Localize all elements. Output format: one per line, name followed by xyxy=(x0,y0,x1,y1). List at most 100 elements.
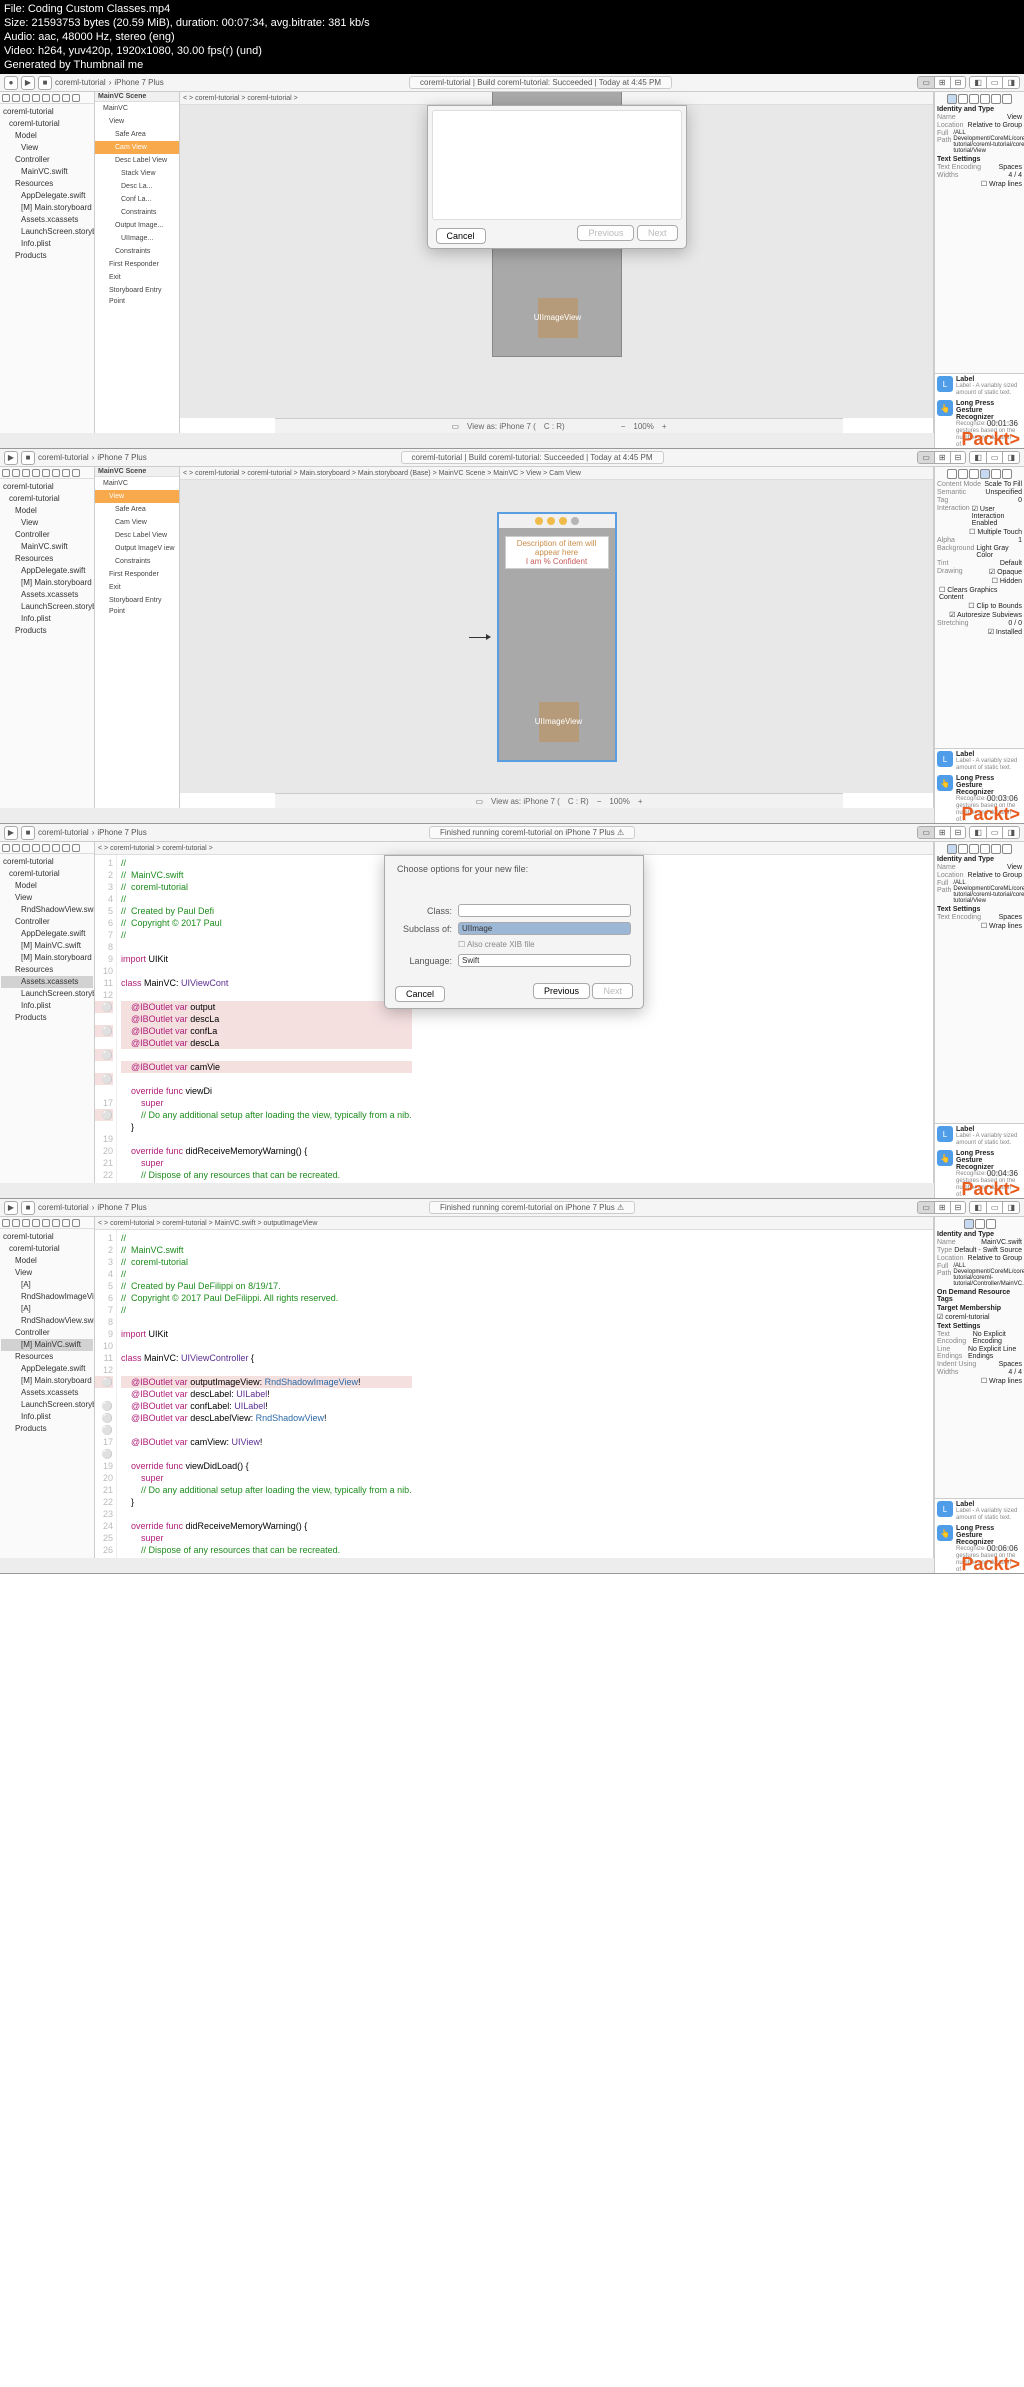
nav-item[interactable]: Products xyxy=(1,625,93,637)
jump-bar[interactable]: < > coreml-tutorial > coreml-tutorial > … xyxy=(95,1217,933,1230)
nav-item[interactable]: coreml-tutorial xyxy=(1,106,93,118)
outline-item[interactable]: First Responder xyxy=(95,568,179,581)
next-button[interactable]: Next xyxy=(592,983,633,999)
nav-item[interactable]: AppDelegate.swift xyxy=(1,190,93,202)
outline-item[interactable]: Safe Area xyxy=(95,503,179,516)
nav-item[interactable]: Assets.xcassets xyxy=(1,1387,93,1399)
panel-toggle-seg[interactable]: ◧▭◨ xyxy=(969,826,1020,839)
nav-item[interactable]: Products xyxy=(1,250,93,262)
source-editor[interactable]: < > coreml-tutorial > coreml-tutorial > … xyxy=(95,1217,934,1558)
insp-name-v[interactable]: View xyxy=(1007,114,1022,121)
outline-item[interactable]: Constraints xyxy=(95,245,179,258)
stop-button[interactable]: ■ xyxy=(21,1201,35,1215)
code-body[interactable]: // // MainVC.swift // coreml-tutorial //… xyxy=(117,855,416,1183)
cancel-button[interactable]: Cancel xyxy=(395,986,445,1002)
panel-toggle-seg[interactable]: ◧▭◨ xyxy=(969,76,1020,89)
view-as-icon[interactable]: ▭ xyxy=(451,422,459,431)
nav-item[interactable]: Products xyxy=(1,1423,93,1435)
jump-path[interactable]: < > coreml-tutorial > coreml-tutorial > xyxy=(98,845,213,852)
stop-button[interactable]: ■ xyxy=(21,826,35,840)
jump-path[interactable]: < > coreml-tutorial > coreml-tutorial > … xyxy=(98,1220,318,1227)
nav-item[interactable]: LaunchScreen.storyboard xyxy=(1,988,93,1000)
nav-item[interactable]: LaunchScreen.storyboard xyxy=(1,226,93,238)
previous-button[interactable]: Previous xyxy=(533,983,590,999)
nav-item[interactable]: [M] MainVC.swift xyxy=(1,1339,93,1351)
outline-item[interactable]: Safe Area xyxy=(95,128,179,141)
subclass-field[interactable]: UIImage xyxy=(458,922,631,935)
editor-mode-seg[interactable]: ▭⊞⊟ xyxy=(917,1201,966,1214)
nav-item[interactable]: Products xyxy=(1,1012,93,1024)
project-navigator[interactable]: coreml-tutorialcoreml-tutorialModelViewR… xyxy=(0,842,95,1183)
nav-item[interactable]: Info.plist xyxy=(1,1000,93,1012)
nav-item[interactable]: coreml-tutorial xyxy=(1,1231,93,1243)
nav-item[interactable]: Resources xyxy=(1,1351,93,1363)
document-outline[interactable]: MainVC Scene MainVCViewSafe AreaCam View… xyxy=(95,92,180,433)
outline-item[interactable]: Constraints xyxy=(95,555,179,568)
inspector-tabs[interactable] xyxy=(937,94,1022,104)
scheme-project[interactable]: coreml-tutorial xyxy=(38,828,89,837)
desc-label-view[interactable]: Description of item will appear here I a… xyxy=(505,536,609,569)
nav-item[interactable]: View xyxy=(1,892,93,904)
uiimageview-box[interactable]: UIImageView xyxy=(539,702,579,742)
outline-item[interactable]: First Responder xyxy=(95,258,179,271)
scheme-project[interactable]: coreml-tutorial xyxy=(55,78,106,87)
stop-button[interactable]: ■ xyxy=(38,76,52,90)
editor-mode-seg[interactable]: ▭⊞⊟ xyxy=(917,451,966,464)
jump-path[interactable]: < > coreml-tutorial > coreml-tutorial > xyxy=(183,95,298,102)
ib-editor[interactable]: < > coreml-tutorial > coreml-tutorial > … xyxy=(180,92,934,433)
outline-item[interactable]: Cam View xyxy=(95,516,179,529)
insp-loc-v[interactable]: Relative to Group xyxy=(968,122,1022,129)
outline-item[interactable]: Exit xyxy=(95,581,179,594)
lib-item-label[interactable]: LLabelLabel - A variably sized amount of… xyxy=(937,751,1022,772)
nav-item[interactable]: AppDelegate.swift xyxy=(1,928,93,940)
nav-item[interactable]: Model xyxy=(1,880,93,892)
outline-item[interactable]: Exit xyxy=(95,271,179,284)
outline-item[interactable]: Desc La... xyxy=(95,180,179,193)
outline-item[interactable]: Storyboard Entry Point xyxy=(95,594,179,618)
scheme-device[interactable]: iPhone 7 Plus xyxy=(114,78,163,87)
nav-item[interactable]: coreml-tutorial xyxy=(1,118,93,130)
close-icon[interactable]: ● xyxy=(4,76,18,90)
nav-item[interactable]: Info.plist xyxy=(1,1411,93,1423)
nav-item[interactable]: View xyxy=(1,517,93,529)
cancel-button[interactable]: Cancel xyxy=(436,228,486,244)
outline-item[interactable]: MainVC xyxy=(95,102,179,115)
scheme-project[interactable]: coreml-tutorial xyxy=(38,453,89,462)
ib-bottom-bar[interactable]: ▭View as: iPhone 7 (C : R) −100%+ xyxy=(275,793,843,808)
insp-w-v[interactable]: 4 / 4 xyxy=(1008,172,1022,179)
nav-item[interactable]: coreml-tutorial xyxy=(1,493,93,505)
nav-item[interactable]: MainVC.swift xyxy=(1,541,93,553)
new-file-sheet[interactable]: Cancel Previous Next xyxy=(427,105,687,249)
nav-item[interactable]: Controller xyxy=(1,529,93,541)
nav-item[interactable]: Assets.xcassets xyxy=(1,589,93,601)
nav-item[interactable]: Controller xyxy=(1,916,93,928)
panel-toggle-seg[interactable]: ◧▭◨ xyxy=(969,1201,1020,1214)
outline-item[interactable]: View xyxy=(95,490,179,503)
nav-item[interactable]: coreml-tutorial xyxy=(1,1243,93,1255)
insp-te-v[interactable]: Spaces xyxy=(999,164,1022,171)
zoom-out-button[interactable]: − xyxy=(621,422,626,431)
nav-item[interactable]: [M] Main.storyboard xyxy=(1,577,93,589)
ib-editor[interactable]: < > coreml-tutorial > coreml-tutorial > … xyxy=(180,467,934,808)
run-button[interactable]: ▶ xyxy=(4,451,18,465)
project-navigator[interactable]: coreml-tutorialcoreml-tutorialModelViewC… xyxy=(0,92,95,433)
scheme-device[interactable]: iPhone 7 Plus xyxy=(97,828,146,837)
nav-item[interactable]: [A] RndShadowView.swift xyxy=(1,1303,93,1327)
nav-item[interactable]: Info.plist xyxy=(1,613,93,625)
nav-item[interactable]: Model xyxy=(1,130,93,142)
editor-mode-seg[interactable]: ▭⊞⊟ xyxy=(917,826,966,839)
nav-item[interactable]: Assets.xcassets xyxy=(1,976,93,988)
uiimageview-box[interactable]: UIImageView xyxy=(538,298,578,338)
new-file-options-sheet[interactable]: Choose options for your new file: Class:… xyxy=(384,855,644,1009)
zoom-in-button[interactable]: + xyxy=(662,422,667,431)
nav-item[interactable]: [M] Main.storyboard xyxy=(1,952,93,964)
vc-title-bar[interactable] xyxy=(499,514,615,528)
nav-item[interactable]: Resources xyxy=(1,553,93,565)
jump-path[interactable]: < > coreml-tutorial > coreml-tutorial > … xyxy=(183,470,581,477)
project-navigator[interactable]: coreml-tutorialcoreml-tutorialModelView[… xyxy=(0,1217,95,1558)
nav-item[interactable]: Resources xyxy=(1,964,93,976)
nav-item[interactable]: Model xyxy=(1,505,93,517)
class-field[interactable] xyxy=(458,904,631,917)
source-editor[interactable]: < > coreml-tutorial > coreml-tutorial > … xyxy=(95,842,934,1183)
nav-item[interactable]: Controller xyxy=(1,154,93,166)
